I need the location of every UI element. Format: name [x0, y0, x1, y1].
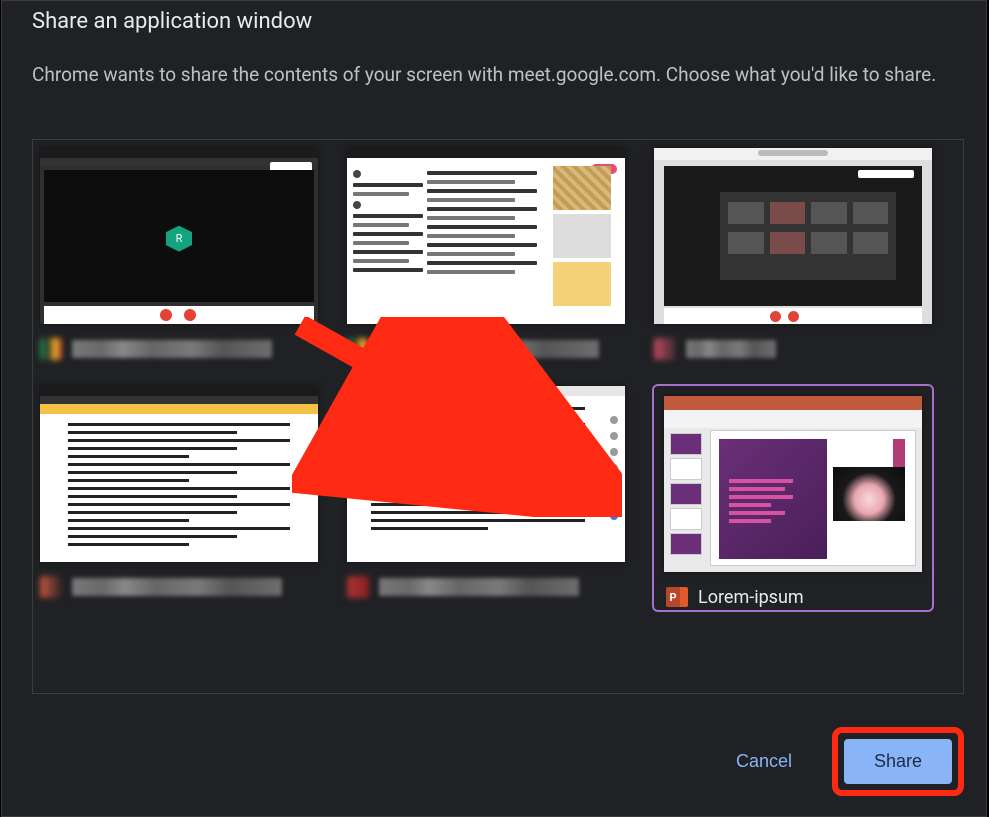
- window-label: Lorem-ipsum: [698, 587, 804, 608]
- window-option-sheet[interactable]: [345, 384, 627, 612]
- window-caption: [654, 338, 932, 360]
- window-option-present[interactable]: [652, 146, 934, 362]
- avatar-icon: R: [166, 226, 192, 252]
- annotation-highlight-box: Share: [832, 727, 964, 796]
- window-grid: R: [33, 140, 963, 618]
- window-thumbnail: [654, 148, 932, 324]
- app-icon: [347, 576, 369, 598]
- app-icon: [347, 338, 369, 360]
- window-thumbnail: R: [40, 148, 318, 324]
- share-application-window-dialog: Share an application window Chrome wants…: [1, 0, 987, 817]
- window-caption: [347, 576, 625, 598]
- window-label: [72, 340, 272, 358]
- window-caption: [40, 338, 318, 360]
- window-caption: [347, 338, 625, 360]
- dialog-title: Share an application window: [32, 9, 312, 34]
- window-thumbnail: [664, 396, 922, 572]
- dialog-footer: Cancel Share: [716, 727, 964, 796]
- app-icon: [40, 576, 62, 598]
- window-option-document[interactable]: [38, 384, 320, 612]
- app-icon: [654, 338, 676, 360]
- window-label: [72, 578, 282, 596]
- window-label: [379, 340, 599, 358]
- app-icon: [40, 338, 62, 360]
- window-thumbnail: [347, 148, 625, 324]
- window-label: [686, 340, 776, 358]
- window-option-meet[interactable]: R: [38, 146, 320, 362]
- window-caption: P Lorem-ipsum: [666, 586, 932, 608]
- dialog-subtitle: Chrome wants to share the contents of yo…: [32, 59, 952, 91]
- window-option-powerpoint[interactable]: P Lorem-ipsum: [652, 384, 934, 612]
- share-button[interactable]: Share: [844, 739, 952, 784]
- window-selection-panel: R: [32, 139, 964, 694]
- window-option-feed[interactable]: [345, 146, 627, 362]
- window-thumbnail: [40, 386, 318, 562]
- window-caption: [40, 576, 318, 598]
- window-label: [379, 578, 579, 596]
- cancel-button[interactable]: Cancel: [716, 739, 812, 784]
- window-thumbnail: [347, 386, 625, 562]
- powerpoint-icon: P: [666, 586, 688, 608]
